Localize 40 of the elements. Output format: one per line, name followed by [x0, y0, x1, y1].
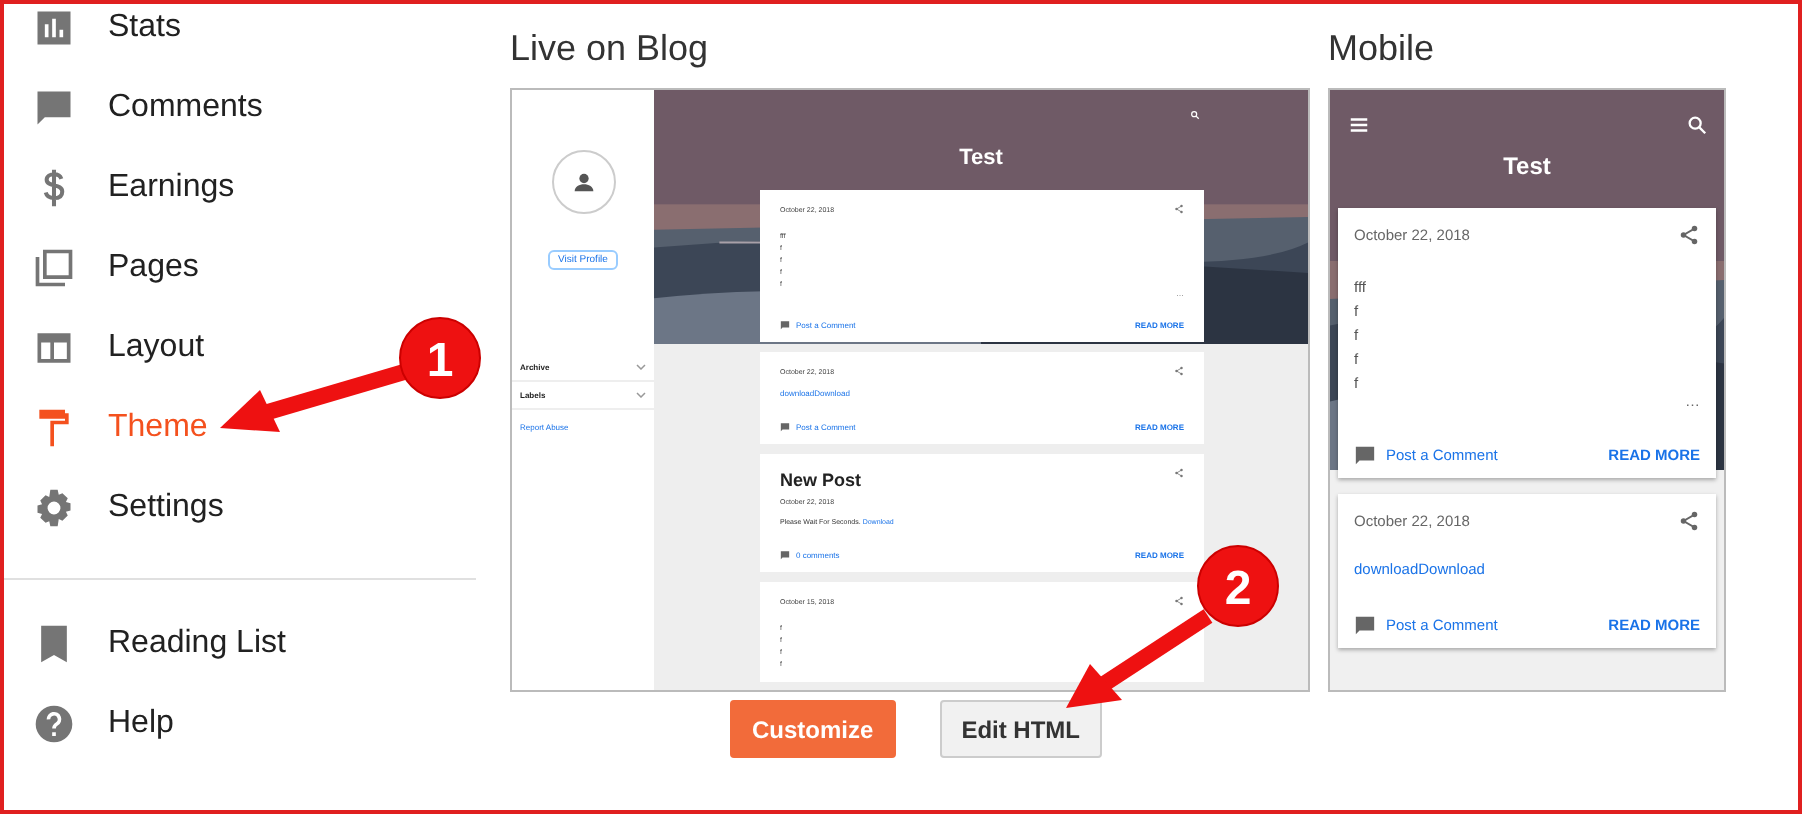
share-icon[interactable] — [1174, 204, 1184, 214]
section-heading: Live on Blog — [510, 28, 711, 70]
menu-icon[interactable] — [1348, 114, 1370, 136]
blog-title: Test — [957, 146, 1005, 170]
share-icon[interactable] — [1678, 510, 1700, 532]
number-badge: 1 — [399, 317, 481, 399]
stats-icon — [32, 6, 76, 50]
comment-icon — [780, 550, 790, 560]
edit-html-button[interactable]: Edit HTML — [939, 700, 1103, 758]
comment-icon — [1354, 444, 1376, 466]
search-icon[interactable] — [1190, 110, 1200, 120]
sidebar-item[interactable]: Pages — [4, 228, 211, 308]
pages-icon — [32, 246, 76, 290]
sidebar-item[interactable]: Help — [4, 684, 186, 764]
comment-icon — [1354, 614, 1376, 636]
sidebar-item[interactable]: Stats — [4, 4, 193, 68]
avatar-icon — [551, 150, 615, 214]
share-icon[interactable] — [1678, 224, 1700, 246]
search-icon[interactable] — [1686, 114, 1708, 136]
comment-icon — [780, 422, 790, 432]
comment-icon — [32, 86, 76, 130]
chevron-down-icon — [636, 392, 646, 398]
share-icon[interactable] — [1174, 468, 1184, 478]
sidebar-item[interactable]: Layout — [4, 308, 217, 388]
share-icon[interactable] — [1174, 366, 1184, 376]
customize-button[interactable]: Customize — [730, 700, 896, 758]
comment-icon — [780, 320, 790, 330]
sidebar-item[interactable]: Comments — [4, 68, 275, 148]
sidebar-item[interactable]: Settings — [4, 468, 236, 548]
chevron-down-icon — [636, 364, 646, 370]
sidebar-item[interactable]: Reading List — [4, 604, 298, 684]
number-badge: 2 — [1197, 545, 1279, 627]
sidebar-item[interactable]: Theme — [4, 388, 220, 468]
post-title[interactable]: New Post — [780, 470, 1184, 490]
sidebar-item[interactable]: Earnings — [4, 148, 247, 228]
blog-title: Test — [1501, 152, 1553, 180]
section-heading: Mobile — [1328, 28, 1437, 70]
settings-icon — [32, 486, 76, 530]
help-icon — [32, 702, 76, 746]
share-icon[interactable] — [1174, 596, 1184, 606]
